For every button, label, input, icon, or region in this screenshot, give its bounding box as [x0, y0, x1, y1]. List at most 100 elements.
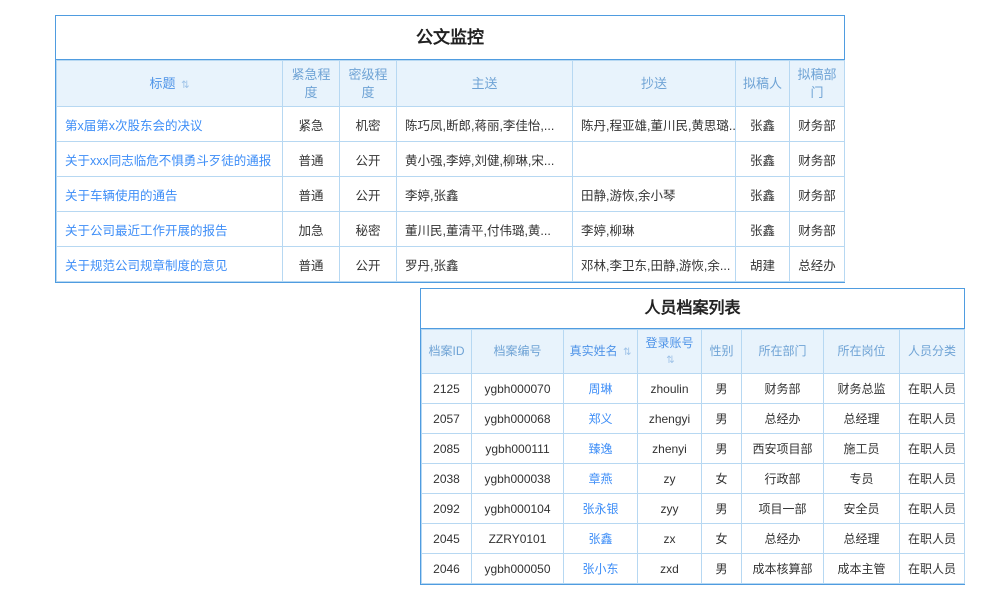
table-row: 2085 ygbh000111 臻逸 zhenyi 男 西安项目部 施工员 在职…: [422, 434, 965, 464]
table-row: 第x届第x次股东会的决议 紧急 机密 陈巧凤,断郎,蒋丽,李佳怡,... 陈丹,…: [57, 107, 845, 142]
doc-col-drafter: 拟稿人: [736, 61, 790, 107]
doc-col-dept: 拟稿部门: [790, 61, 845, 107]
secrecy-cell: 秘密: [340, 212, 397, 247]
archive-id-cell: 2085: [422, 434, 472, 464]
gender-cell: 男: [702, 404, 742, 434]
sort-icon[interactable]: ⇅: [623, 347, 631, 358]
real-name-cell: 周琳: [564, 374, 638, 404]
post-cell: 成本主管: [824, 554, 900, 584]
real-name-cell: 章燕: [564, 464, 638, 494]
archive-code-cell: ygbh000038: [472, 464, 564, 494]
doc-title-link[interactable]: 关于公司最近工作开展的报告: [65, 224, 228, 238]
table-row: 2038 ygbh000038 章燕 zy 女 行政部 专员 在职人员: [422, 464, 965, 494]
urgency-cell: 普通: [283, 247, 340, 282]
doc-col-secrecy: 密级程度: [340, 61, 397, 107]
table-row: 2057 ygbh000068 郑义 zhengyi 男 总经办 总经理 在职人…: [422, 404, 965, 434]
col-archive-code: 档案编号: [472, 330, 564, 374]
doc-col-main-send: 主送: [397, 61, 573, 107]
person-name-link[interactable]: 张永银: [582, 502, 618, 516]
main-send-cell: 黄小强,李婷,刘健,柳琳,宋...: [397, 142, 573, 177]
category-cell: 在职人员: [900, 464, 965, 494]
doc-monitor-panel: 公文监控 标题 ⇅ 紧急程度 密级程度 主送 抄送 拟稿人 拟稿部门 第x届第x…: [55, 15, 845, 283]
category-cell: 在职人员: [900, 554, 965, 584]
department-cell: 财务部: [742, 374, 824, 404]
doc-col-cc: 抄送: [573, 61, 736, 107]
cc-cell: 陈丹,程亚雄,董川民,黄思璐...: [573, 107, 736, 142]
dept-cell: 总经办: [790, 247, 845, 282]
post-cell: 专员: [824, 464, 900, 494]
doc-col-title-label: 标题: [149, 76, 175, 91]
post-cell: 施工员: [824, 434, 900, 464]
login-account-cell: zyy: [638, 494, 702, 524]
department-cell: 总经办: [742, 524, 824, 554]
sort-icon[interactable]: ⇅: [666, 355, 674, 366]
secrecy-cell: 公开: [340, 247, 397, 282]
doc-title-link[interactable]: 第x届第x次股东会的决议: [65, 119, 203, 133]
table-row: 2125 ygbh000070 周琳 zhoulin 男 财务部 财务总监 在职…: [422, 374, 965, 404]
doc-title-link[interactable]: 关于xxx同志临危不惧勇斗歹徒的通报: [65, 154, 271, 168]
person-name-link[interactable]: 张小东: [582, 562, 618, 576]
gender-cell: 男: [702, 374, 742, 404]
cc-cell: 田静,游恢,余小琴: [573, 177, 736, 212]
post-cell: 财务总监: [824, 374, 900, 404]
col-category: 人员分类: [900, 330, 965, 374]
table-row: 关于车辆使用的通告 普通 公开 李婷,张鑫 田静,游恢,余小琴 张鑫 财务部: [57, 177, 845, 212]
main-send-cell: 李婷,张鑫: [397, 177, 573, 212]
table-row: 2092 ygbh000104 张永银 zyy 男 项目一部 安全员 在职人员: [422, 494, 965, 524]
gender-cell: 女: [702, 524, 742, 554]
post-cell: 总经理: [824, 404, 900, 434]
archive-id-cell: 2057: [422, 404, 472, 434]
main-send-cell: 陈巧凤,断郎,蒋丽,李佳怡,...: [397, 107, 573, 142]
archive-id-cell: 2092: [422, 494, 472, 524]
dept-cell: 财务部: [790, 212, 845, 247]
post-cell: 安全员: [824, 494, 900, 524]
doc-col-title[interactable]: 标题 ⇅: [57, 61, 283, 107]
real-name-cell: 张小东: [564, 554, 638, 584]
department-cell: 西安项目部: [742, 434, 824, 464]
person-name-link[interactable]: 臻逸: [588, 442, 612, 456]
col-post: 所在岗位: [824, 330, 900, 374]
login-account-cell: zhenyi: [638, 434, 702, 464]
secrecy-cell: 机密: [340, 107, 397, 142]
doc-title-link[interactable]: 关于车辆使用的通告: [65, 189, 178, 203]
dept-cell: 财务部: [790, 107, 845, 142]
archive-id-cell: 2038: [422, 464, 472, 494]
doc-header-row: 标题 ⇅ 紧急程度 密级程度 主送 抄送 拟稿人 拟稿部门: [57, 61, 845, 107]
person-name-link[interactable]: 周琳: [588, 382, 612, 396]
archive-code-cell: ygbh000068: [472, 404, 564, 434]
category-cell: 在职人员: [900, 494, 965, 524]
personnel-list-title: 人员档案列表: [421, 289, 964, 329]
real-name-cell: 郑义: [564, 404, 638, 434]
login-account-cell: zxd: [638, 554, 702, 584]
department-cell: 项目一部: [742, 494, 824, 524]
urgency-cell: 加急: [283, 212, 340, 247]
drafter-cell: 张鑫: [736, 107, 790, 142]
archive-code-cell: ygbh000050: [472, 554, 564, 584]
main-send-cell: 罗丹,张鑫: [397, 247, 573, 282]
secrecy-cell: 公开: [340, 177, 397, 212]
col-login-account-label: 登录账号: [645, 336, 693, 350]
person-name-link[interactable]: 章燕: [588, 472, 612, 486]
archive-id-cell: 2125: [422, 374, 472, 404]
department-cell: 行政部: [742, 464, 824, 494]
col-gender: 性别: [702, 330, 742, 374]
cc-cell: 邓林,李卫东,田静,游恢,余...: [573, 247, 736, 282]
doc-title-link[interactable]: 关于规范公司规章制度的意见: [65, 259, 228, 273]
gender-cell: 男: [702, 434, 742, 464]
col-real-name-label: 真实姓名: [570, 344, 618, 358]
doc-title-cell: 关于xxx同志临危不惧勇斗歹徒的通报: [57, 142, 283, 177]
gender-cell: 男: [702, 554, 742, 584]
col-archive-id: 档案ID: [422, 330, 472, 374]
col-real-name[interactable]: 真实姓名 ⇅: [564, 330, 638, 374]
sort-icon[interactable]: ⇅: [181, 80, 189, 91]
login-account-cell: zy: [638, 464, 702, 494]
archive-id-cell: 2045: [422, 524, 472, 554]
category-cell: 在职人员: [900, 404, 965, 434]
doc-title-cell: 关于公司最近工作开展的报告: [57, 212, 283, 247]
person-name-link[interactable]: 张鑫: [588, 532, 612, 546]
secrecy-cell: 公开: [340, 142, 397, 177]
person-name-link[interactable]: 郑义: [588, 412, 612, 426]
table-row: 关于规范公司规章制度的意见 普通 公开 罗丹,张鑫 邓林,李卫东,田静,游恢,余…: [57, 247, 845, 282]
real-name-cell: 张永银: [564, 494, 638, 524]
col-login-account[interactable]: 登录账号 ⇅: [638, 330, 702, 374]
